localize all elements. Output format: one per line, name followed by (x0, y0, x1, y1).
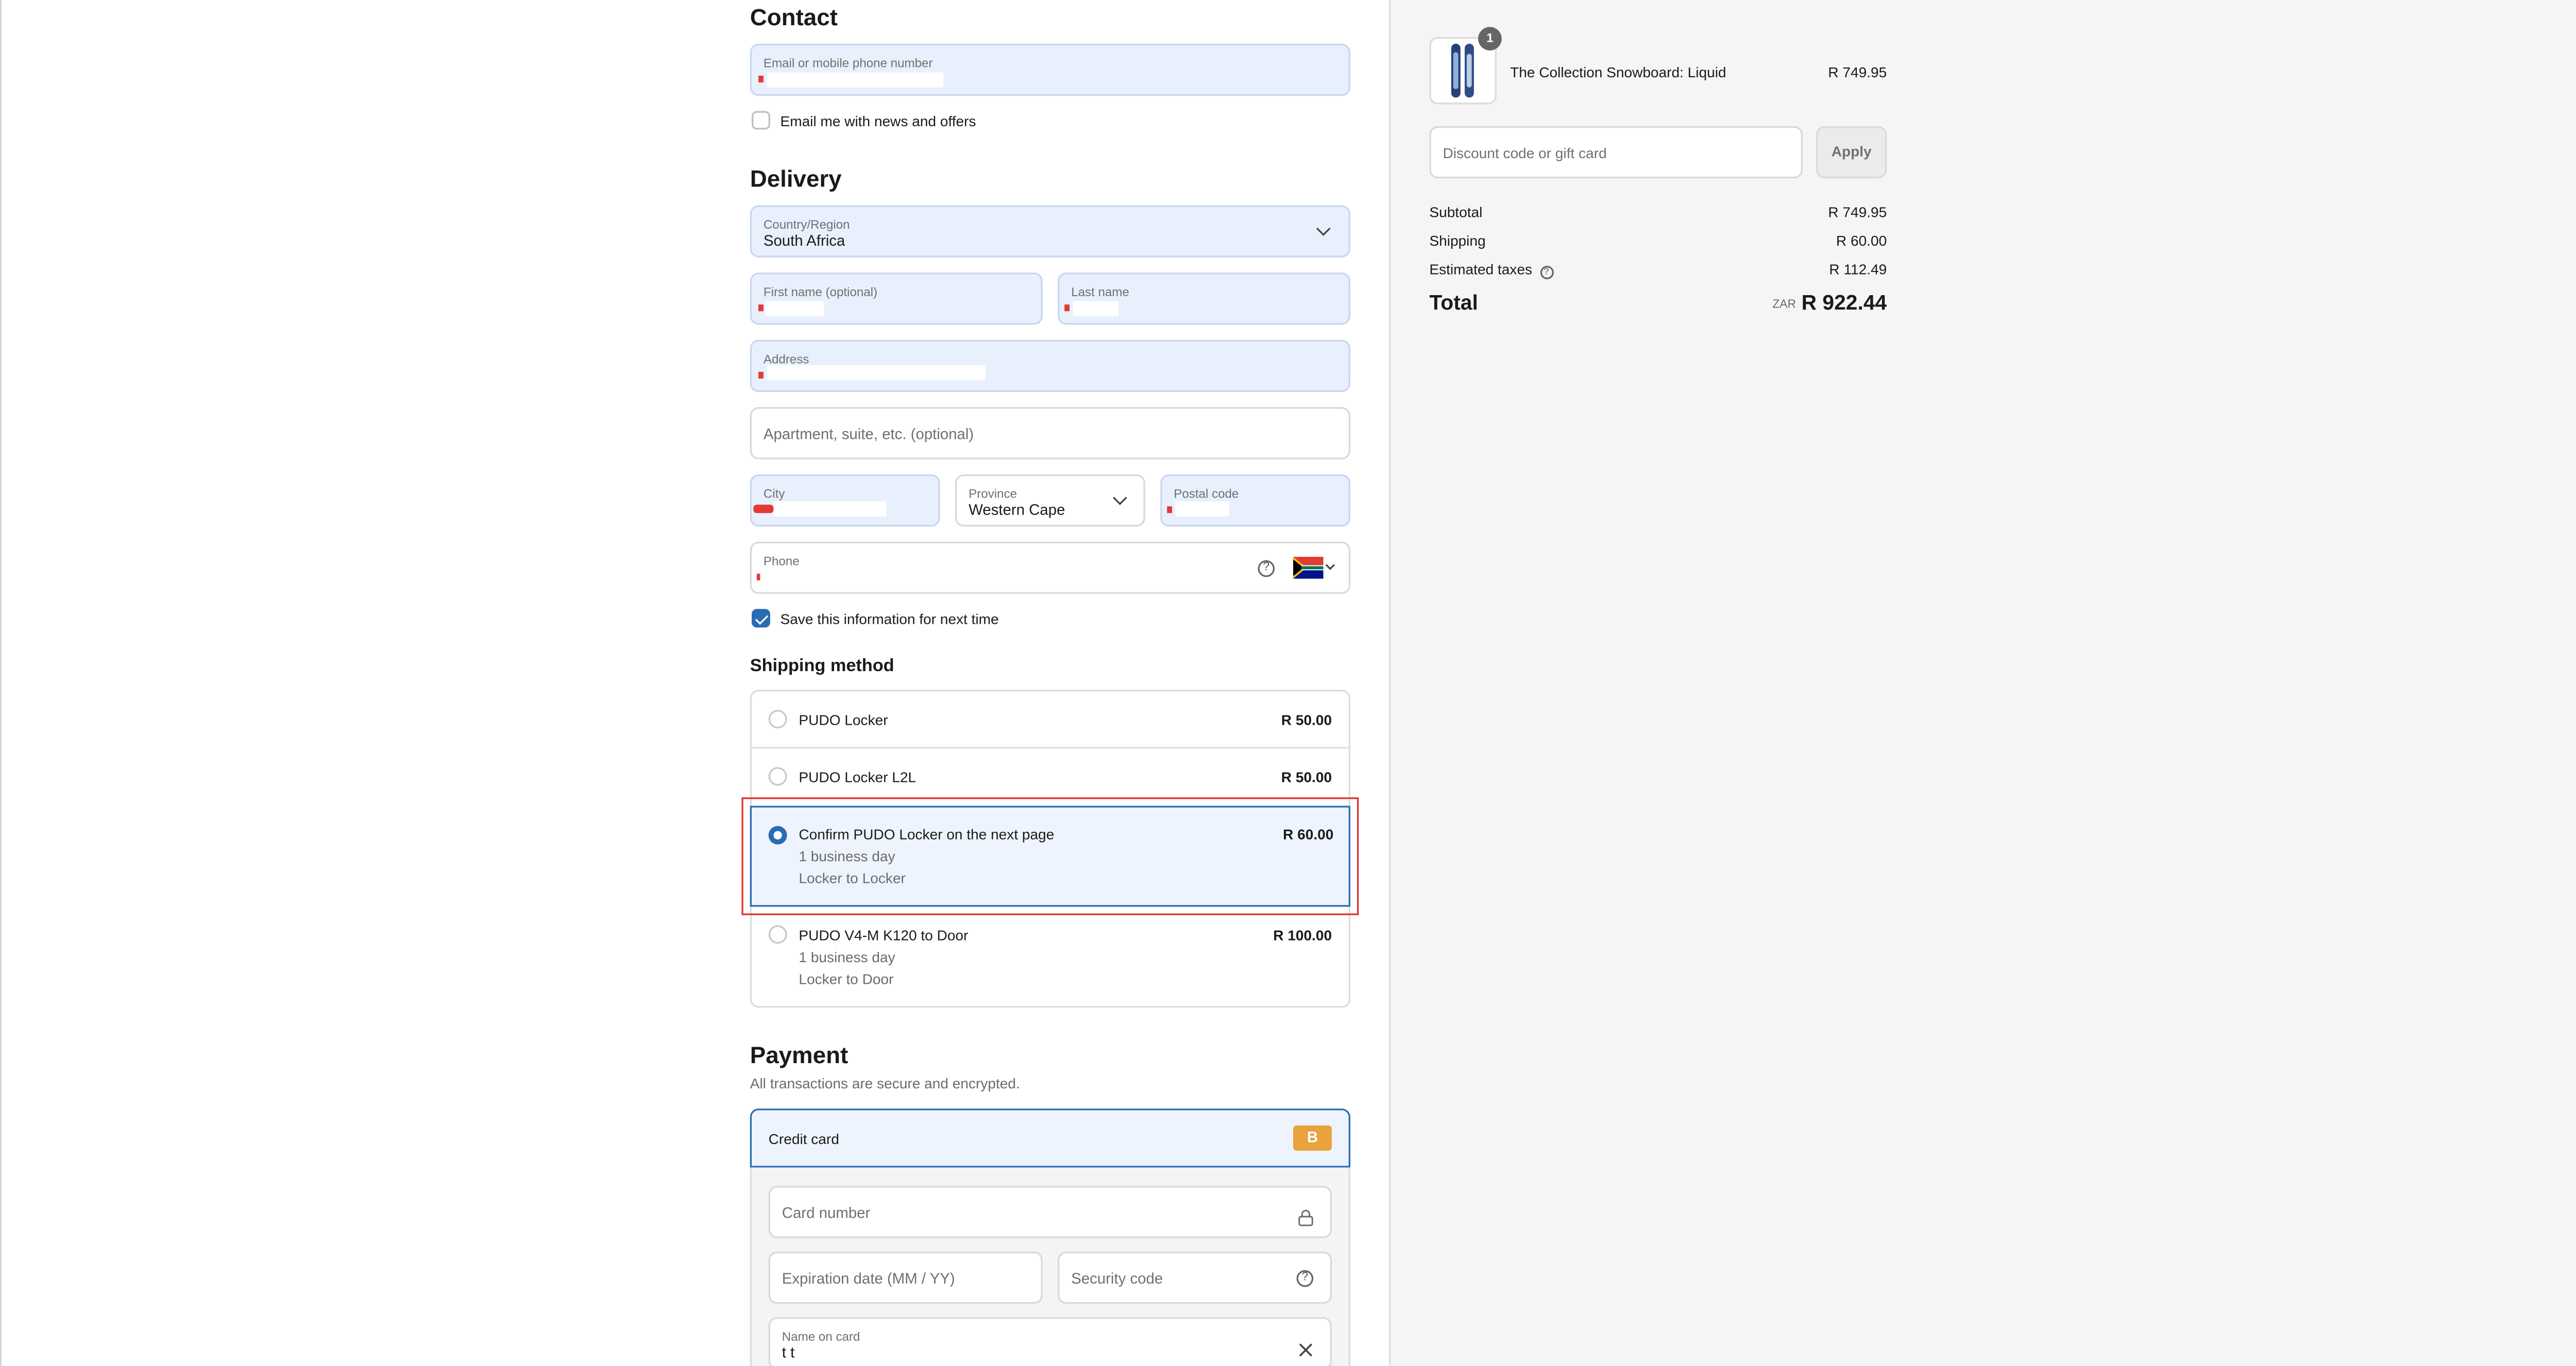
card-number-placeholder: Card number (782, 1204, 871, 1222)
first-name-label: First name (optional) (763, 284, 878, 300)
chevron-down-icon[interactable] (1325, 560, 1335, 570)
postal-code-label: Postal code (1174, 486, 1239, 502)
redaction-mark (753, 504, 774, 514)
save-info-checkbox[interactable] (752, 609, 770, 628)
last-name-label: Last name (1071, 284, 1129, 300)
estimated-taxes-value: R 112.49 (1829, 261, 1887, 278)
shipping-option-price: R 100.00 (1273, 927, 1332, 944)
name-on-card-value: t t (782, 1344, 795, 1361)
help-icon[interactable]: ? (1258, 560, 1275, 577)
discount-code-placeholder: Discount code or gift card (1443, 144, 1607, 162)
email-field[interactable]: Email or mobile phone number (750, 43, 1350, 96)
expiration-date-field[interactable]: Expiration date (MM / YY) (768, 1251, 1043, 1304)
total-value: R 922.44 (1801, 291, 1887, 315)
name-on-card-field[interactable]: Name on card t t (768, 1317, 1332, 1366)
card-number-field[interactable]: Card number (768, 1186, 1332, 1238)
redacted-value (765, 301, 824, 317)
redacted-value (773, 501, 887, 517)
newsletter-checkbox[interactable] (752, 111, 770, 130)
contact-heading: Contact (750, 3, 838, 30)
shipping-label: Shipping (1429, 232, 1486, 249)
country-select[interactable]: Country/Region South Africa (750, 205, 1350, 258)
address-label: Address (763, 351, 809, 367)
redaction-mark (758, 304, 764, 312)
email-label: Email or mobile phone number (763, 55, 933, 71)
shipping-option-pudo-to-door[interactable]: PUDO V4-M K120 to Door R 100.00 1 busine… (750, 917, 1350, 1008)
apartment-field[interactable]: Apartment, suite, etc. (optional) (750, 407, 1350, 459)
estimated-taxes-row: Estimated taxes ? R 112.49 (1429, 261, 1887, 280)
product-price: R 749.95 (1828, 64, 1887, 81)
lock-icon (1298, 1204, 1313, 1235)
redaction-mark (758, 75, 764, 83)
postal-code-field[interactable]: Postal code (1160, 474, 1350, 527)
shipping-value: R 60.00 (1836, 232, 1887, 249)
country-label: Country/Region (763, 217, 850, 232)
redaction-mark (1167, 506, 1173, 514)
name-on-card-label: Name on card (782, 1329, 860, 1344)
subtotal-value: R 749.95 (1828, 203, 1887, 220)
province-select[interactable]: Province Western Cape (955, 474, 1145, 527)
shipping-option-name: PUDO Locker L2L (799, 769, 917, 786)
shipping-option-price: R 50.00 (1281, 711, 1332, 729)
redaction-mark (756, 573, 760, 580)
shipping-option-price: R 50.00 (1281, 769, 1332, 786)
province-value: Western Cape (969, 501, 1065, 518)
estimated-taxes-label: Estimated taxes (1429, 261, 1532, 278)
highlight-frame (741, 797, 1359, 915)
first-name-field[interactable]: First name (optional) (750, 272, 1043, 325)
newsletter-label: Email me with news and offers (780, 112, 976, 130)
shipping-option-description: Locker to Door (799, 970, 894, 988)
subtotal-row: Subtotal R 749.95 (1429, 203, 1887, 220)
country-value: South Africa (763, 232, 845, 249)
last-name-field[interactable]: Last name (1058, 272, 1350, 325)
city-field[interactable]: City (750, 474, 940, 527)
quantity-badge: 1 (1478, 27, 1502, 50)
chevron-down-icon (1316, 221, 1331, 236)
payment-heading: Payment (750, 1041, 849, 1068)
city-label: City (763, 486, 785, 502)
shipping-option-duration: 1 business day (799, 949, 895, 966)
shipping-option-pudo-locker[interactable]: PUDO Locker R 50.00 (750, 690, 1350, 747)
radio-button[interactable] (768, 767, 787, 786)
shipping-method-heading: Shipping method (750, 656, 894, 676)
redacted-value (1073, 301, 1118, 317)
province-label: Province (969, 486, 1017, 502)
total-currency: ZAR (1772, 299, 1796, 312)
apartment-placeholder: Apartment, suite, etc. (optional) (763, 425, 974, 442)
redacted-value (767, 72, 944, 88)
shipping-option-name: PUDO Locker (799, 711, 888, 729)
chevron-down-icon (1112, 490, 1127, 505)
card-brand-badge: B (1293, 1125, 1332, 1151)
help-icon[interactable]: ? (1296, 1270, 1314, 1287)
subtotal-label: Subtotal (1429, 203, 1483, 220)
expiration-date-placeholder: Expiration date (MM / YY) (782, 1270, 955, 1287)
security-code-placeholder: Security code (1071, 1270, 1163, 1287)
payment-subtitle: All transactions are secure and encrypte… (750, 1074, 1020, 1092)
window-edge (0, 0, 2, 1366)
redacted-value (1175, 501, 1229, 517)
phone-field[interactable]: Phone ? (750, 541, 1350, 594)
redacted-value (767, 365, 986, 381)
apply-button[interactable]: Apply (1816, 126, 1887, 179)
shipping-option-name: PUDO V4-M K120 to Door (799, 927, 969, 944)
redaction-mark (758, 371, 764, 379)
radio-button[interactable] (768, 925, 787, 944)
credit-card-label: Credit card (768, 1130, 839, 1148)
delivery-heading: Delivery (750, 165, 842, 192)
total-label: Total (1429, 291, 1478, 315)
product-name: The Collection Snowboard: Liquid (1510, 64, 1726, 81)
shipping-row: Shipping R 60.00 (1429, 232, 1887, 249)
radio-button[interactable] (768, 710, 787, 729)
security-code-field[interactable]: Security code ? (1058, 1251, 1332, 1304)
save-info-label: Save this information for next time (780, 610, 999, 628)
phone-label: Phone (763, 553, 800, 569)
clear-icon[interactable] (1298, 1336, 1313, 1366)
info-icon[interactable]: ? (1539, 266, 1553, 280)
redaction-mark (1064, 304, 1070, 312)
south-africa-flag-icon[interactable] (1293, 557, 1324, 579)
total-row: Total ZAR R 922.44 (1429, 291, 1887, 315)
credit-card-option[interactable]: Credit card B (750, 1108, 1350, 1168)
discount-code-input[interactable]: Discount code or gift card (1429, 126, 1803, 179)
address-field[interactable]: Address (750, 339, 1350, 392)
